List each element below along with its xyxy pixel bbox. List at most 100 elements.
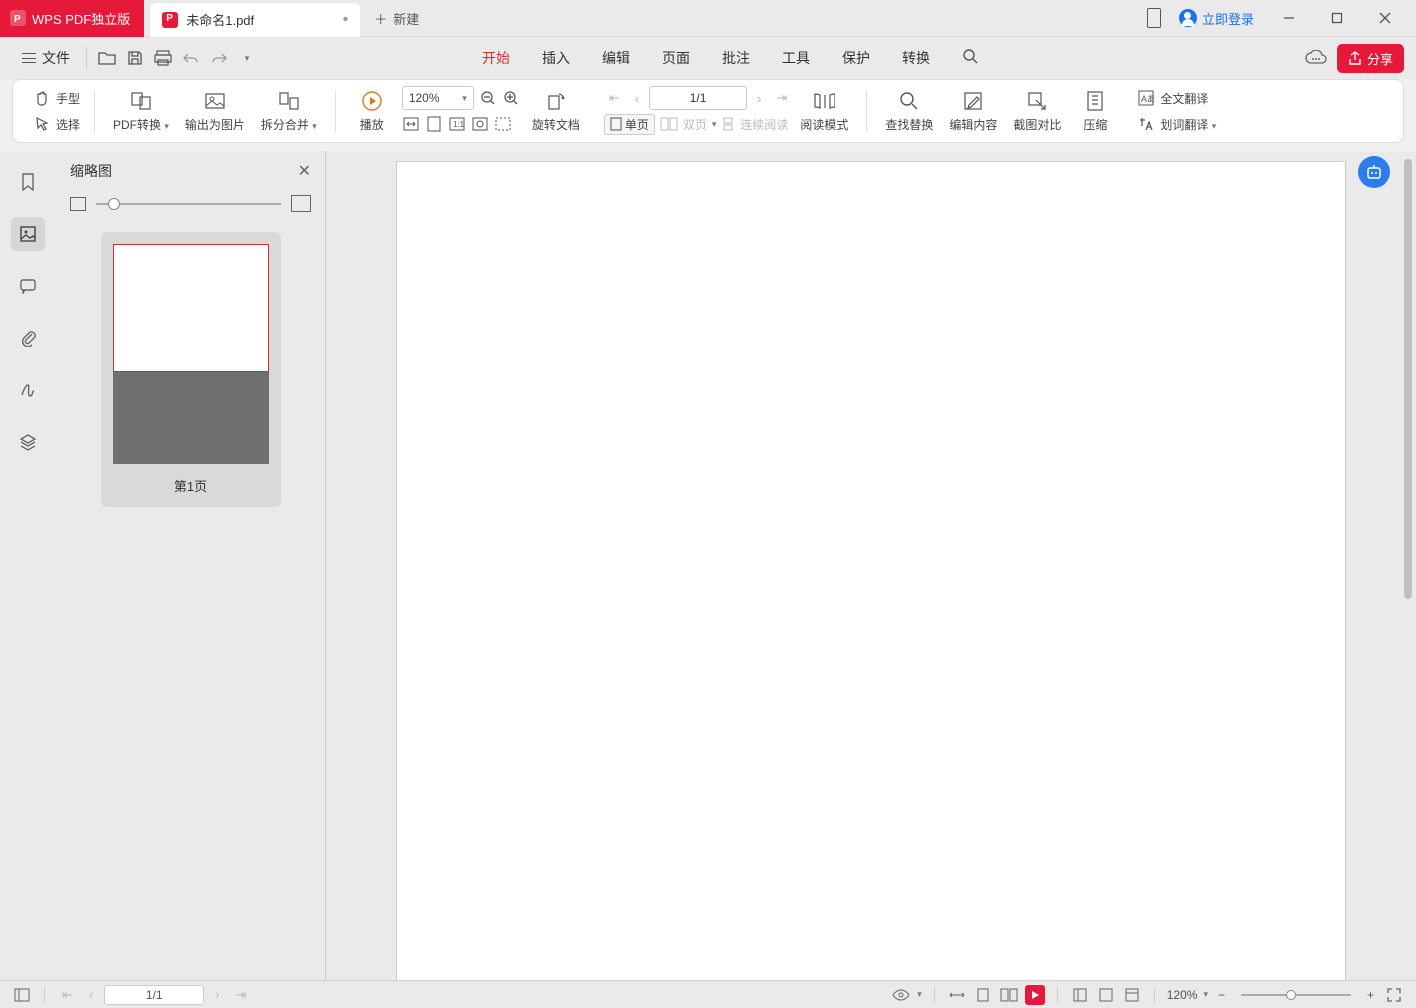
document-tab[interactable]: 未命名1.pdf •: [150, 3, 360, 37]
tab-tools[interactable]: 工具: [780, 48, 812, 68]
sb-last-page[interactable]: ⇥: [231, 987, 252, 1003]
share-button[interactable]: 分享: [1337, 44, 1404, 73]
page-input[interactable]: 1/1: [649, 86, 747, 110]
tab-search[interactable]: [960, 48, 980, 68]
ai-fab-button[interactable]: [1358, 156, 1390, 188]
open-button[interactable]: [93, 44, 121, 72]
book-icon: [813, 90, 835, 112]
tab-convert[interactable]: 转换: [900, 48, 932, 68]
device-icon[interactable]: [1131, 0, 1177, 37]
app-tab[interactable]: P WPS PDF独立版: [0, 0, 144, 37]
layers-tab[interactable]: [11, 425, 45, 459]
attachment-tab[interactable]: [11, 321, 45, 355]
sb-zoom-out[interactable]: −: [1214, 988, 1229, 1002]
bookmark-tab[interactable]: [11, 165, 45, 199]
split-merge-icon: [278, 90, 300, 112]
tab-annotate[interactable]: 批注: [720, 48, 752, 68]
file-menu[interactable]: 文件: [12, 48, 80, 68]
crop-icon: [1026, 90, 1048, 112]
main-area: 缩略图 ✕ 第1页: [0, 151, 1416, 980]
scrollbar[interactable]: [1404, 159, 1414, 972]
sb-eye-icon[interactable]: [891, 985, 911, 1005]
canvas[interactable]: [326, 151, 1416, 980]
pdf-page[interactable]: [396, 161, 1346, 980]
sb-single-page[interactable]: [973, 985, 993, 1005]
minimize-button[interactable]: [1266, 0, 1312, 37]
sb-fit-width[interactable]: [947, 985, 967, 1005]
actual-size-icon[interactable]: 1:1: [448, 115, 466, 133]
select-tool[interactable]: 选择: [33, 112, 80, 136]
marquee-zoom-icon[interactable]: [494, 115, 512, 133]
sb-zoom-slider[interactable]: [1241, 994, 1351, 996]
thumbnail-tab[interactable]: [11, 217, 45, 251]
hand-tool[interactable]: 手型: [33, 86, 80, 110]
thumbnail-page-1[interactable]: [113, 244, 269, 464]
redo-button[interactable]: [205, 44, 233, 72]
last-page-button[interactable]: ⇥: [771, 90, 792, 106]
sb-fullscreen[interactable]: [1384, 985, 1404, 1005]
login-button[interactable]: 立即登录: [1179, 9, 1254, 28]
sb-panel-toggle[interactable]: [12, 985, 32, 1005]
fit-page-icon[interactable]: [425, 115, 443, 133]
save-button[interactable]: [121, 44, 149, 72]
fit-width-icon[interactable]: [402, 115, 420, 133]
sb-page-input[interactable]: 1/1: [104, 985, 204, 1005]
sb-layout-3[interactable]: [1122, 985, 1142, 1005]
tab-page[interactable]: 页面: [660, 48, 692, 68]
sb-zoom-in[interactable]: +: [1363, 988, 1378, 1002]
sb-slideshow[interactable]: [1025, 985, 1045, 1005]
print-button[interactable]: [149, 44, 177, 72]
play-button[interactable]: 播放: [350, 90, 394, 133]
thumbnail-zoom-slider[interactable]: [96, 203, 281, 205]
double-page-toggle[interactable]: 双页▾: [660, 112, 717, 136]
prev-page-button[interactable]: ‹: [630, 91, 644, 106]
document-name: 未命名1.pdf: [186, 10, 254, 29]
sb-eye-dropdown[interactable]: ▾: [917, 989, 922, 1000]
rotate-button[interactable]: 旋转文档: [528, 90, 584, 133]
find-replace-button[interactable]: 查找替换: [881, 90, 937, 133]
comment-tab[interactable]: [11, 269, 45, 303]
panel-close-button[interactable]: ✕: [298, 161, 311, 181]
undo-button[interactable]: [177, 44, 205, 72]
sb-first-page[interactable]: ⇤: [57, 987, 78, 1003]
sel-translate-label: 划词翻译: [1160, 118, 1208, 132]
thumbnail-card[interactable]: 第1页: [101, 232, 281, 507]
zoom-input[interactable]: 120%▾: [402, 86, 474, 110]
compress-button[interactable]: 压缩: [1073, 90, 1117, 133]
pdf-convert-button[interactable]: PDF转换 ▾: [109, 90, 173, 133]
sb-layout-2[interactable]: [1096, 985, 1116, 1005]
split-merge-button[interactable]: 拆分合并 ▾: [257, 90, 321, 133]
maximize-button[interactable]: [1314, 0, 1360, 37]
fit-visible-icon[interactable]: [471, 115, 489, 133]
tab-edit[interactable]: 编辑: [600, 48, 632, 68]
zoom-out-button[interactable]: [479, 89, 497, 107]
tab-protect[interactable]: 保护: [840, 48, 872, 68]
full-translate-button[interactable]: Aあ全文翻译: [1137, 86, 1208, 110]
continuous-toggle[interactable]: 连续阅读: [721, 112, 788, 136]
next-page-button[interactable]: ›: [752, 91, 766, 106]
pdf-file-icon: [162, 12, 178, 28]
reading-mode-button[interactable]: 阅读模式: [796, 90, 852, 133]
separator: [86, 47, 87, 69]
sb-next-page[interactable]: ›: [210, 987, 224, 1002]
sb-zoom-dropdown[interactable]: ▾: [1203, 989, 1208, 1000]
rotate-icon: [545, 90, 567, 112]
more-dropdown[interactable]: ▾: [233, 44, 261, 72]
sel-translate-button[interactable]: 划词翻译 ▾: [1137, 112, 1216, 136]
zoom-in-button[interactable]: [502, 89, 520, 107]
sb-double-page[interactable]: [999, 985, 1019, 1005]
tab-insert[interactable]: 插入: [540, 48, 572, 68]
crop-compare-button[interactable]: 截图对比: [1009, 90, 1065, 133]
edit-content-button[interactable]: 编辑内容: [945, 90, 1001, 133]
export-image-button[interactable]: 输出为图片: [181, 90, 249, 133]
sb-layout-1[interactable]: [1070, 985, 1090, 1005]
cloud-icon[interactable]: [1305, 50, 1327, 66]
single-page-toggle[interactable]: 单页: [604, 114, 655, 135]
sb-prev-page[interactable]: ‹: [84, 987, 98, 1002]
tab-start[interactable]: 开始: [480, 48, 512, 68]
signature-tab[interactable]: [11, 373, 45, 407]
new-tab-button[interactable]: ＋ 新建: [374, 9, 419, 28]
close-button[interactable]: [1362, 0, 1408, 37]
ribbon: 手型 选择 PDF转换 ▾ 输出为图片 拆分合并 ▾ 播放 120%▾ 1:1 …: [12, 79, 1404, 143]
first-page-button[interactable]: ⇤: [604, 90, 625, 106]
